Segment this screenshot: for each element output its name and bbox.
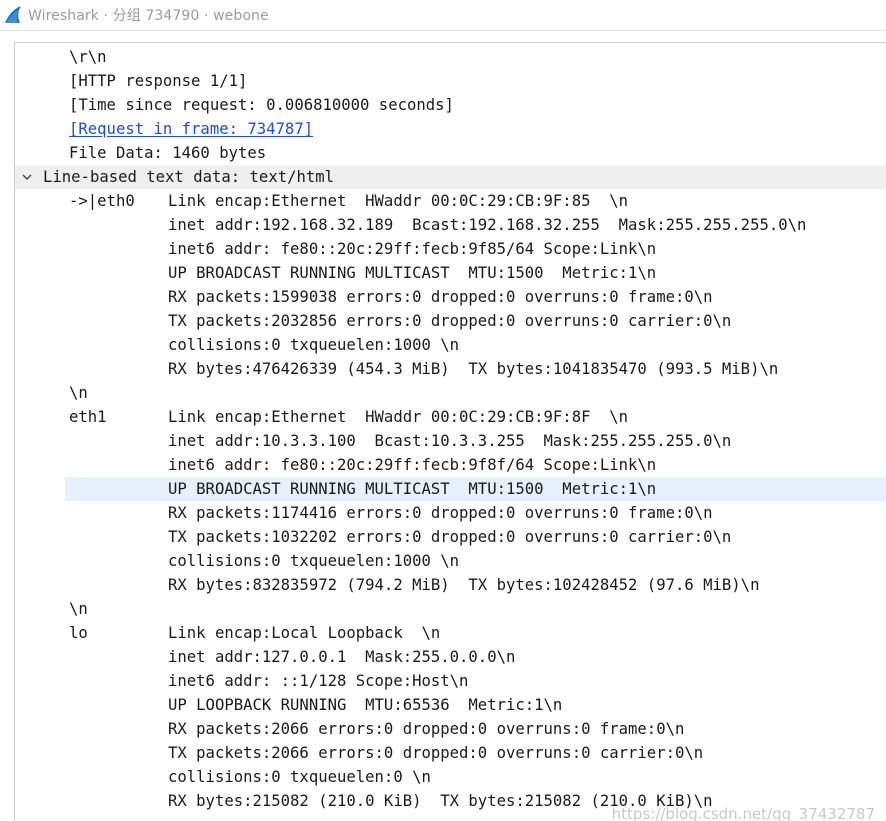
tree-row[interactable]: \n — [15, 597, 886, 621]
title-bar: Wireshark · 分组 734790 · webone — [0, 0, 886, 31]
tree-row[interactable]: [HTTP response 1/1] — [15, 69, 886, 93]
tree-row-value: UP LOOPBACK RUNNING MTU:65536 Metric:1\n — [168, 696, 563, 714]
packet-bytes-pane[interactable]: \r\n [HTTP response 1/1] [Time since reque… — [14, 42, 886, 821]
tree-row[interactable]: inet6 addr: fe80::20c:29ff:fecb:9f8f/64 … — [15, 453, 886, 477]
tree-row-value: collisions:0 txqueuelen:1000 \n — [168, 336, 460, 354]
tree-row[interactable]: \n — [15, 381, 886, 405]
tree-row[interactable]: TX packets:2066 errors:0 dropped:0 overr… — [15, 741, 886, 765]
tree-row-value: RX packets:1174416 errors:0 dropped:0 ov… — [168, 504, 713, 522]
tree-row[interactable]: inet6 addr: ::1/128 Scope:Host\n — [15, 669, 886, 693]
tree-row-value: Link encap:Local Loopback \n — [168, 624, 441, 642]
tree-row-value: inet addr:127.0.0.1 Mask:255.0.0.0\n — [168, 648, 516, 666]
wireshark-fin-icon — [5, 6, 21, 23]
tree-row[interactable]: collisions:0 txqueuelen:0 \n — [15, 765, 886, 789]
tree-row-value: TX packets:2032856 errors:0 dropped:0 ov… — [168, 312, 732, 330]
tree-row[interactable]: lo Link encap:Local Loopback \n — [15, 621, 886, 645]
tree-row-label: ->|eth0 — [69, 192, 135, 210]
tree-row-label: eth1 — [69, 408, 107, 426]
tree-row[interactable]: File Data: 1460 bytes — [15, 141, 886, 165]
tree-row-value: Link encap:Ethernet HWaddr 00:0C:29:CB:9… — [168, 408, 629, 426]
tree-row-selected[interactable]: UP BROADCAST RUNNING MULTICAST MTU:1500 … — [15, 477, 886, 501]
tree-row-label: Line-based text data: text/html — [43, 168, 335, 186]
tree-row[interactable]: RX bytes:832835972 (794.2 MiB) TX bytes:… — [15, 573, 886, 597]
tree-row-value: RX bytes:476426339 (454.3 MiB) TX bytes:… — [168, 360, 779, 378]
tree-row[interactable]: UP LOOPBACK RUNNING MTU:65536 Metric:1\n — [15, 693, 886, 717]
tree-row[interactable]: TX packets:2032856 errors:0 dropped:0 ov… — [15, 309, 886, 333]
tree-row-label: [Time since request: 0.006810000 seconds… — [69, 96, 454, 114]
tree-row-label: [HTTP response 1/1] — [69, 72, 248, 90]
tree-row-value: RX packets:2066 errors:0 dropped:0 overr… — [168, 720, 685, 738]
tree-row[interactable]: inet addr:127.0.0.1 Mask:255.0.0.0\n — [15, 645, 886, 669]
tree-row-value: inet addr:10.3.3.100 Bcast:10.3.3.255 Ma… — [168, 432, 732, 450]
tree-row-label: lo — [69, 624, 88, 642]
tree-row[interactable]: UP BROADCAST RUNNING MULTICAST MTU:1500 … — [15, 261, 886, 285]
chevron-down-icon[interactable] — [21, 171, 33, 183]
tree-row-value: inet6 addr: ::1/128 Scope:Host\n — [168, 672, 469, 690]
packet-detail-tree: \r\n [HTTP response 1/1] [Time since reque… — [15, 45, 886, 813]
tree-row[interactable]: RX packets:1174416 errors:0 dropped:0 ov… — [15, 501, 886, 525]
tree-row[interactable]: eth1 Link encap:Ethernet HWaddr 00:0C:29:… — [15, 405, 886, 429]
tree-row-label: \r\n — [69, 48, 107, 66]
tree-row-value: collisions:0 txqueuelen:0 \n — [168, 768, 431, 786]
tree-row-value: TX packets:2066 errors:0 dropped:0 overr… — [168, 744, 704, 762]
tree-row[interactable]: inet6 addr: fe80::20c:29ff:fecb:9f85/64 … — [15, 237, 886, 261]
tree-row[interactable]: ->|eth0 Link encap:Ethernet HWaddr 00:0C:… — [15, 189, 886, 213]
tree-row[interactable]: RX bytes:476426339 (454.3 MiB) TX bytes:… — [15, 357, 886, 381]
tree-row[interactable]: collisions:0 txqueuelen:1000 \n — [15, 333, 886, 357]
tree-row-label: \n — [69, 384, 88, 402]
tree-row-line-based-text[interactable]: Line-based text data: text/html — [15, 165, 886, 189]
tree-row-value: UP BROADCAST RUNNING MULTICAST MTU:1500 … — [168, 264, 657, 282]
tree-row-value: TX packets:1032202 errors:0 dropped:0 ov… — [168, 528, 732, 546]
tree-row[interactable]: RX packets:2066 errors:0 dropped:0 overr… — [15, 717, 886, 741]
tree-row[interactable]: \r\n — [15, 45, 886, 69]
tree-row-value: Link encap:Ethernet HWaddr 00:0C:29:CB:9… — [168, 192, 629, 210]
tree-row-value: inet6 addr: fe80::20c:29ff:fecb:9f8f/64 … — [168, 456, 657, 474]
request-frame-link[interactable]: [Request in frame: 734787] — [69, 117, 313, 141]
tree-row-value: RX bytes:832835972 (794.2 MiB) TX bytes:… — [168, 576, 760, 594]
tree-row[interactable]: inet addr:192.168.32.189 Bcast:192.168.3… — [15, 213, 886, 237]
tree-row[interactable]: [Request in frame: 734787] — [15, 117, 886, 141]
tree-row-value: RX packets:1599038 errors:0 dropped:0 ov… — [168, 288, 713, 306]
wireshark-packet-window: Wireshark · 分组 734790 · webone \r\n [HTTP… — [0, 0, 886, 821]
tree-row-value: collisions:0 txqueuelen:1000 \n — [168, 552, 460, 570]
tree-row[interactable]: [Time since request: 0.006810000 seconds… — [15, 93, 886, 117]
tree-row-value: inet6 addr: fe80::20c:29ff:fecb:9f85/64 … — [168, 240, 657, 258]
tree-row[interactable]: TX packets:1032202 errors:0 dropped:0 ov… — [15, 525, 886, 549]
tree-row[interactable]: collisions:0 txqueuelen:1000 \n — [15, 549, 886, 573]
tree-row-value: UP BROADCAST RUNNING MULTICAST MTU:1500 … — [168, 480, 657, 498]
tree-row[interactable]: RX packets:1599038 errors:0 dropped:0 ov… — [15, 285, 886, 309]
tree-row-label: File Data: 1460 bytes — [69, 144, 267, 162]
tree-row[interactable]: inet addr:10.3.3.100 Bcast:10.3.3.255 Ma… — [15, 429, 886, 453]
tree-row-value: inet addr:192.168.32.189 Bcast:192.168.3… — [168, 216, 807, 234]
watermark: https://blog.csdn.net/qq_37432787 — [611, 805, 875, 821]
tree-row-label: \n — [69, 600, 88, 618]
window-title: Wireshark · 分组 734790 · webone — [28, 8, 269, 24]
